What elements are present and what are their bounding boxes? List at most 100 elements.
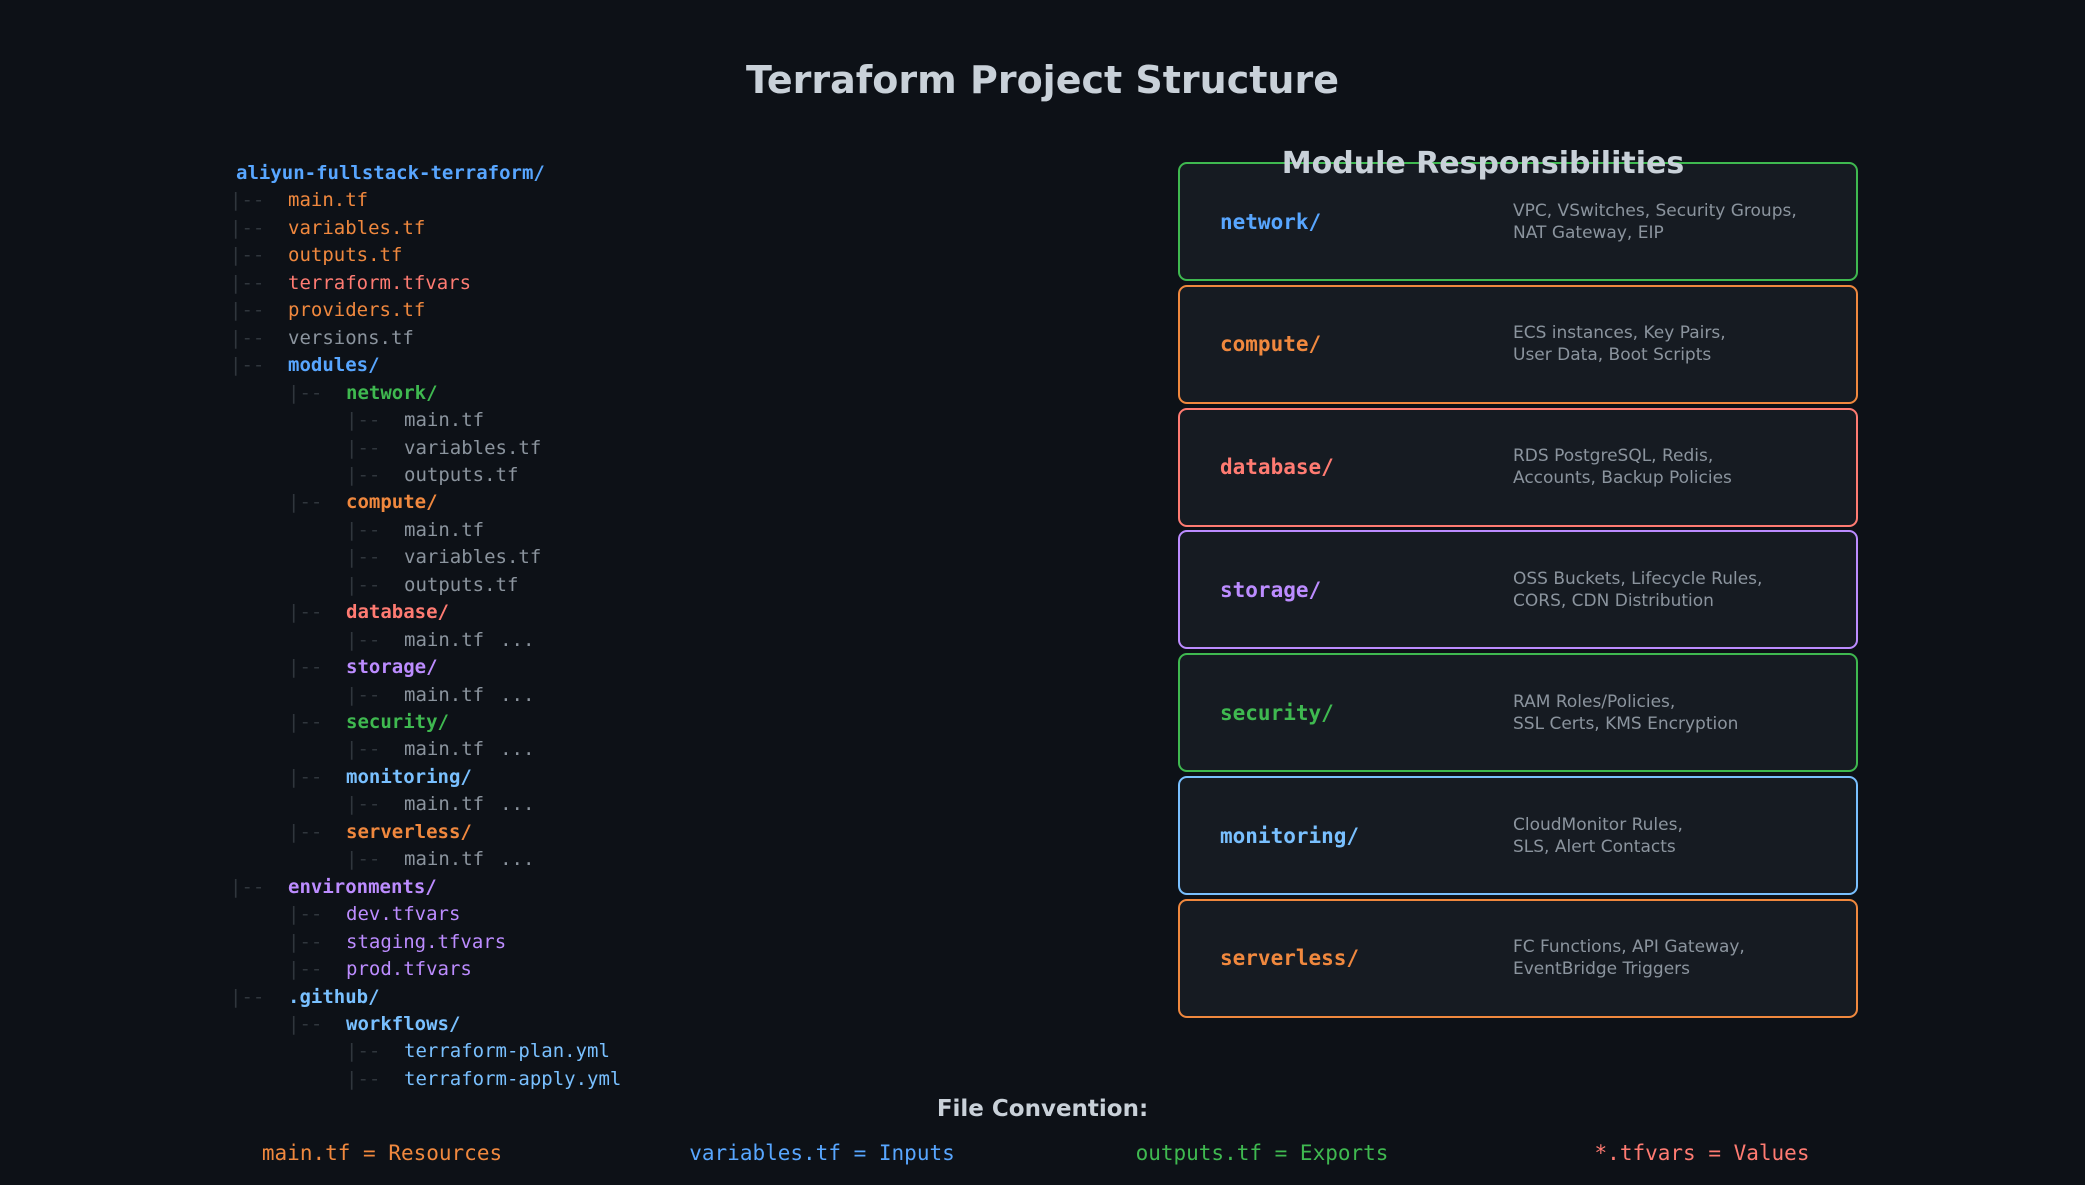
file-label: outputs.tf (404, 573, 519, 596)
module-name: database/ (1220, 455, 1334, 480)
file-label: variables.tf (288, 216, 426, 239)
tree-connector: |-- (288, 601, 323, 624)
file-label: variables.tf (404, 546, 542, 569)
module-card-database: database/RDS PostgreSQL, Redis, Accounts,… (1178, 407, 1858, 527)
tree-connector: |-- (230, 244, 265, 267)
directory-label: modules/ (288, 354, 380, 377)
convention-title: File Convention: (936, 1096, 1149, 1122)
file-label: main.tf (404, 518, 485, 541)
tree-connector: |-- (288, 381, 323, 404)
tree-file: |-- dev.tfvars (288, 901, 460, 928)
tree-directory: |-- security/ (288, 709, 449, 736)
module-description-line: ECS instances, Key Pairs, (1513, 323, 1726, 344)
tree-connector: |-- (288, 656, 323, 679)
file-label: terraform.tfvars (288, 271, 472, 294)
module-description: VPC, VSwitches, Security Groups, NAT Gate… (1513, 164, 1797, 279)
file-label: variables.tf (404, 436, 542, 459)
tree-file: |-- outputs.tf (230, 242, 402, 269)
file-label: versions.tf (288, 326, 414, 349)
tree-connector: |-- (288, 820, 323, 843)
module-card-security: security/RAM Roles/Policies, SSL Certs, K… (1178, 653, 1858, 773)
tree-connector: |-- (230, 216, 265, 239)
tree-connector: |-- (230, 299, 265, 322)
tree-file: |-- main.tf... (346, 627, 534, 654)
tree-connector: |-- (230, 875, 265, 898)
tree-file: |-- main.tf (230, 187, 368, 214)
module-description-line: User Data, Boot Scripts (1513, 345, 1712, 366)
tree-file: |-- main.tf... (346, 791, 534, 818)
directory-label: security/ (346, 711, 449, 733)
page-title: Terraform Project Structure (746, 58, 1339, 102)
file-label: providers.tf (288, 299, 426, 322)
tree-file: |-- variables.tf (346, 544, 541, 571)
module-description-line: CloudMonitor Rules, (1513, 814, 1683, 835)
module-name: serverless/ (1220, 946, 1360, 971)
tree-file: |-- providers.tf (230, 297, 425, 324)
file-label: main.tf (404, 738, 485, 761)
directory-label: monitoring/ (346, 765, 472, 788)
tree-connector: |-- (288, 958, 323, 981)
more-files-ellipsis: ... (500, 683, 535, 706)
tree-directory: |-- database/ (288, 599, 449, 626)
tree-connector: |-- (288, 1012, 323, 1035)
directory-label: storage/ (346, 656, 438, 679)
tree-directory: |-- compute/ (288, 489, 438, 516)
tree-file: |-- versions.tf (230, 325, 414, 352)
tree-connector: |-- (288, 903, 323, 926)
file-label: terraform-apply.yml (404, 1067, 622, 1090)
module-description: FC Functions, API Gateway, EventBridge Tr… (1513, 901, 1745, 1016)
tree-connector: |-- (346, 1067, 381, 1090)
tree-connector: |-- (230, 985, 265, 1008)
file-label: outputs.tf (404, 463, 519, 486)
more-files-ellipsis: ... (500, 628, 535, 651)
module-description-line: Accounts, Backup Policies (1513, 468, 1732, 489)
tree-file: |-- outputs.tf (346, 462, 518, 489)
directory-label: compute/ (346, 491, 438, 514)
module-description-line: RAM Roles/Policies, (1513, 691, 1676, 712)
module-description-line: EventBridge Triggers (1513, 959, 1691, 980)
tree-file: |-- main.tf... (346, 736, 534, 763)
tree-connector: |-- (346, 848, 381, 871)
tree-directory: |-- serverless/ (288, 819, 472, 846)
convention-item: outputs.tf = Exports (1135, 1141, 1389, 1165)
tree-connector: |-- (230, 326, 265, 349)
tree-connector: |-- (346, 683, 381, 706)
module-description-line: SLS, Alert Contacts (1513, 836, 1676, 857)
tree-file: |-- staging.tfvars (288, 929, 506, 956)
directory-label: environments/ (288, 875, 437, 898)
tree-connector: |-- (346, 463, 381, 486)
file-label: main.tf (404, 683, 485, 706)
file-label: main.tf (404, 628, 485, 651)
tree-file: |-- terraform.tfvars (230, 270, 471, 297)
file-label: main.tf (404, 848, 485, 871)
convention-item: variables.tf = Inputs (689, 1141, 955, 1165)
tree-connector: |-- (346, 793, 381, 816)
module-card-compute: compute/ECS instances, Key Pairs, User Da… (1178, 284, 1858, 404)
file-label: main.tf (404, 793, 485, 816)
convention-item: *.tfvars = Values (1594, 1141, 1810, 1165)
module-description-line: SSL Certs, KMS Encryption (1513, 713, 1739, 734)
directory-label: serverless/ (346, 820, 472, 843)
file-label: terraform-plan.yml (404, 1040, 610, 1063)
tree-connector: |-- (288, 491, 323, 514)
tree-connector: |-- (346, 409, 381, 432)
tree-directory: |-- storage/ (288, 654, 438, 681)
tree-connector: |-- (288, 711, 323, 733)
file-label: main.tf (288, 189, 369, 212)
tree-file: |-- main.tf (346, 517, 484, 544)
module-name: compute/ (1220, 332, 1322, 357)
module-name: security/ (1220, 700, 1334, 725)
module-description-line: OSS Buckets, Lifecycle Rules, (1513, 568, 1763, 589)
module-name: storage/ (1220, 577, 1322, 602)
tree-file: |-- prod.tfvars (288, 956, 472, 983)
tree-connector: |-- (346, 436, 381, 459)
tree-file: |-- terraform-plan.yml (346, 1038, 610, 1065)
tree-connector: |-- (346, 738, 381, 761)
file-label: outputs.tf (288, 244, 403, 267)
tree-directory: aliyun-fullstack-terraform/ (236, 160, 545, 187)
tree-connector: |-- (230, 189, 265, 212)
module-card-serverless: serverless/FC Functions, API Gateway, Eve… (1178, 898, 1858, 1018)
module-description: RDS PostgreSQL, Redis, Accounts, Backup P… (1513, 410, 1732, 525)
tree-connector: |-- (346, 546, 381, 569)
tree-directory: |-- modules/ (230, 352, 380, 379)
